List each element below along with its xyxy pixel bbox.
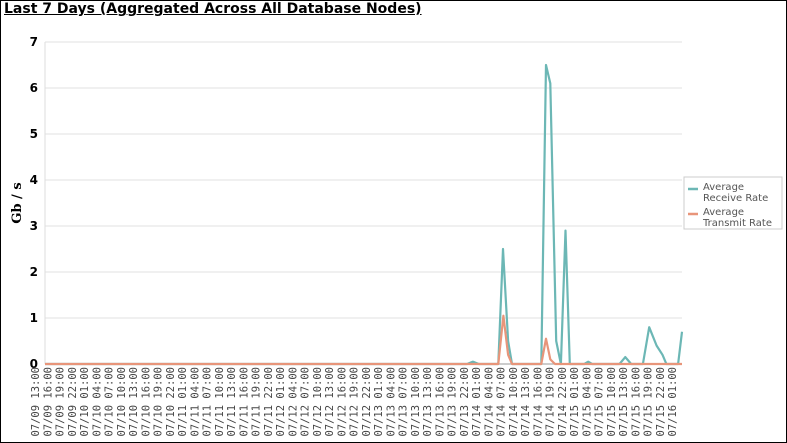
x-tick-label: 07/12 04:00	[287, 367, 299, 437]
x-tick-label: 07/14 01:00	[471, 367, 483, 437]
y-axis-label: Gb / s	[10, 182, 25, 223]
x-tick-label: 07/10 19:00	[153, 367, 165, 437]
x-tick-label: 07/11 10:00	[214, 367, 226, 437]
x-tick-label: 07/14 07:00	[496, 367, 508, 437]
x-tick-label: 07/12 19:00	[349, 367, 361, 437]
x-tick-label: 07/15 10:00	[606, 367, 618, 437]
x-tick-label: 07/09 13:00	[30, 367, 42, 437]
x-tick-label: 07/11 22:00	[263, 367, 275, 437]
x-tick-label: 07/11 16:00	[238, 367, 250, 437]
x-tick-label: 07/13 07:00	[398, 367, 410, 437]
x-tick-label: 07/13 19:00	[447, 367, 459, 437]
x-tick-label: 07/12 16:00	[336, 367, 348, 437]
y-tick-label: 3	[30, 219, 38, 233]
x-tick-label: 07/11 01:00	[177, 367, 189, 437]
x-tick-label: 07/13 13:00	[422, 367, 434, 437]
x-tick-label: 07/15 19:00	[643, 367, 655, 437]
legend-label: Average	[703, 182, 744, 193]
x-tick-label: 07/12 13:00	[324, 367, 336, 437]
x-tick-label: 07/14 04:00	[483, 367, 495, 437]
x-tick-label: 07/13 10:00	[410, 367, 422, 437]
y-tick-label: 6	[30, 81, 38, 95]
x-tick-label: 07/10 13:00	[128, 367, 140, 437]
series-line	[45, 63, 684, 366]
x-tick-label: 07/10 01:00	[79, 367, 91, 437]
y-tick-label: 1	[30, 311, 38, 325]
y-tick-label: 2	[30, 265, 38, 279]
x-tick-label: 07/09 19:00	[55, 367, 67, 437]
x-tick-label: 07/15 16:00	[630, 367, 642, 437]
x-tick-label: 07/15 01:00	[569, 367, 581, 437]
series-line	[45, 314, 682, 366]
x-tick-label: 07/11 04:00	[189, 367, 201, 437]
x-tick-label: 07/11 13:00	[226, 367, 238, 437]
x-tick-label: 07/13 16:00	[434, 367, 446, 437]
x-tick-label: 07/13 01:00	[373, 367, 385, 437]
x-tick-label: 07/10 10:00	[116, 367, 128, 437]
x-tick-label: 07/13 22:00	[459, 367, 471, 437]
x-tick-label: 07/12 07:00	[300, 367, 312, 437]
legend-label: Transmit Rate	[702, 218, 772, 229]
chart-panel: Last 7 Days (Aggregated Across All Datab…	[0, 0, 787, 443]
x-tick-label: 07/09 22:00	[67, 367, 79, 437]
x-tick-label: 07/11 07:00	[202, 367, 214, 437]
y-tick-label: 5	[30, 127, 38, 141]
x-tick-label: 07/10 07:00	[104, 367, 116, 437]
x-tick-label: 07/10 22:00	[165, 367, 177, 437]
x-tick-label: 07/12 01:00	[275, 367, 287, 437]
y-tick-label: 7	[30, 35, 38, 49]
x-tick-label: 07/09 16:00	[42, 367, 54, 437]
x-tick-label: 07/14 16:00	[532, 367, 544, 437]
x-tick-label: 07/10 16:00	[140, 367, 152, 437]
x-tick-label: 07/16 01:00	[667, 367, 679, 437]
x-tick-label: 07/12 22:00	[361, 367, 373, 437]
x-tick-label: 07/15 04:00	[581, 367, 593, 437]
x-tick-label: 07/10 04:00	[91, 367, 103, 437]
x-tick-label: 07/13 04:00	[385, 367, 397, 437]
y-tick-label: 4	[30, 173, 38, 187]
legend-label: Average	[703, 207, 744, 218]
line-chart: 01234567Gb / s07/09 13:00 07/09 16:00 07/0…	[10, 35, 783, 437]
x-tick-label: 07/15 07:00	[594, 367, 606, 437]
x-tick-label: 07/12 10:00	[312, 367, 324, 437]
x-tick-label: 07/14 10:00	[508, 367, 520, 437]
legend-label: Receive Rate	[703, 193, 768, 204]
x-tick-label: 07/14 19:00	[545, 367, 557, 437]
x-tick-label: 07/14 22:00	[557, 367, 569, 437]
x-tick-label: 07/14 13:00	[520, 367, 532, 437]
x-tick-label: 07/15 13:00	[618, 367, 630, 437]
x-tick-label: 07/15 22:00	[655, 367, 667, 437]
x-tick-label: 07/11 19:00	[251, 367, 263, 437]
